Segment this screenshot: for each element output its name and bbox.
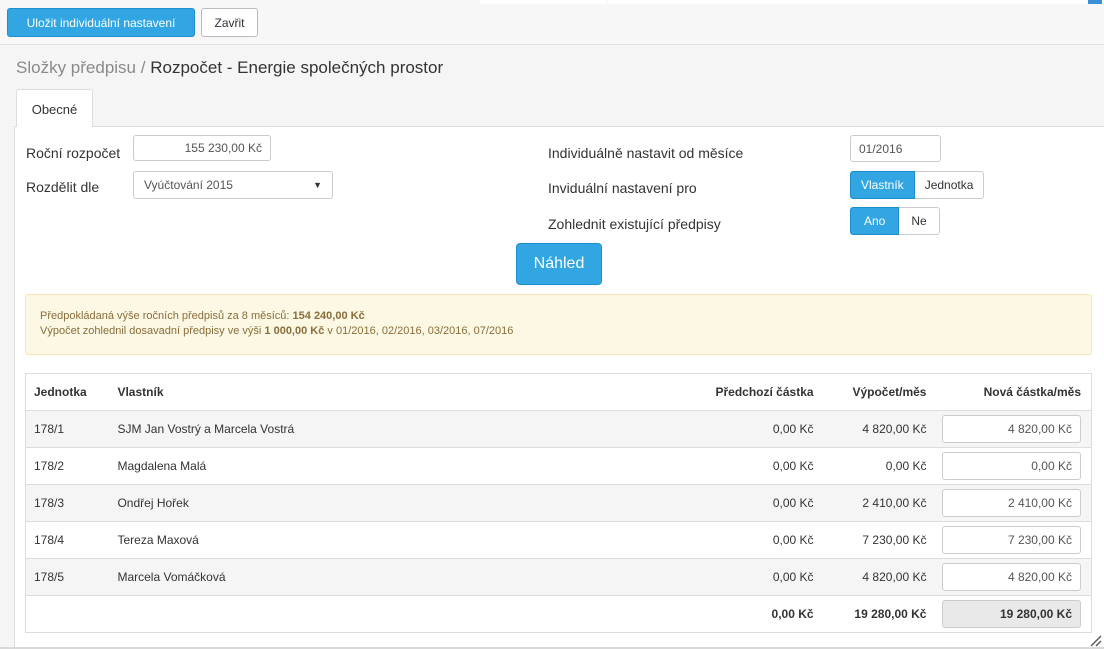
alert-amount: 1 000,00 Kč <box>264 325 325 337</box>
split-by-label: Rozdělit dle <box>26 179 100 195</box>
new-amount-input[interactable]: 4 820,00 Kč <box>942 415 1081 443</box>
save-individual-settings-button[interactable]: Uložit individuální nastavení <box>7 8 195 37</box>
table-row: 178/1 SJM Jan Vostrý a Marcela Vostrá 0,… <box>25 410 1092 448</box>
individual-from-month-input[interactable]: 01/2016 <box>850 135 941 162</box>
consider-existing-label: Zohlednit existující předpisy <box>548 216 721 232</box>
annual-budget-input[interactable]: 155 230,00 Kč <box>133 135 271 161</box>
individual-for-toggle: Vlastník Jednotka <box>850 171 985 199</box>
individual-from-label: Individuálně nastavit od měsíce <box>548 145 744 161</box>
alert-line-1: Předpokládaná výše ročních předpisů za 8… <box>40 309 1091 324</box>
individual-for-unit-option[interactable]: Jednotka <box>914 171 985 199</box>
annual-budget-label: Roční rozpočet <box>26 145 121 161</box>
col-new-header: Nová částka/měs <box>934 373 1092 411</box>
split-by-select[interactable]: Vyúčtování 2015 ▼ <box>133 171 333 199</box>
previous-amount-cell: 0,00 Kč <box>604 447 822 485</box>
individual-for-label: Inviduální nastavení pro <box>548 180 697 196</box>
col-calc-header: Výpočet/měs <box>821 373 935 411</box>
breadcrumb: Složky předpisu / Rozpočet - Energie spo… <box>16 58 443 78</box>
split-by-value: Vyúčtování 2015 <box>144 178 233 192</box>
new-amount-input[interactable]: 2 410,00 Kč <box>942 489 1081 517</box>
table-header-row: Jednotka Vlastník Předchozí částka Výpoč… <box>25 373 1092 411</box>
unit-cell: 178/4 <box>25 521 106 559</box>
unit-cell: 178/1 <box>25 410 106 448</box>
new-amount-input[interactable]: 7 230,00 Kč <box>942 526 1081 554</box>
info-alert: Předpokládaná výše ročních předpisů za 8… <box>25 294 1092 355</box>
previous-amount-cell: 0,00 Kč <box>604 410 822 448</box>
previous-amount-cell: 0,00 Kč <box>604 521 822 559</box>
alert-text: Výpočet zohlednil dosavadní předpisy ve … <box>40 325 265 337</box>
owner-cell: Tereza Maxová <box>105 521 605 559</box>
breadcrumb-current: Rozpočet - Energie společných prostor <box>150 58 444 77</box>
calc-cell: 2 410,00 Kč <box>821 484 935 522</box>
individual-for-owner-option[interactable]: Vlastník <box>850 171 915 199</box>
breadcrumb-separator: / <box>140 58 146 77</box>
consider-existing-toggle: Ano Ne <box>850 207 940 235</box>
previous-amount-cell: 0,00 Kč <box>604 484 822 522</box>
table-total-row: 0,00 Kč 19 280,00 Kč 19 280,00 Kč <box>25 595 1092 633</box>
calc-cell: 4 820,00 Kč <box>821 558 935 596</box>
window-strip <box>608 0 1088 4</box>
new-amount-cell: 7 230,00 Kč <box>934 521 1092 559</box>
owner-cell: Magdalena Malá <box>105 447 605 485</box>
new-amount-cell: 4 820,00 Kč <box>934 410 1092 448</box>
alert-line-2: Výpočet zohlednil dosavadní předpisy ve … <box>40 324 1091 339</box>
col-owner-header: Vlastník <box>105 373 605 411</box>
table-row: 178/2 Magdalena Malá 0,00 Kč 0,00 Kč 0,0… <box>25 447 1092 485</box>
col-unit-header: Jednotka <box>25 373 106 411</box>
calc-cell: 7 230,00 Kč <box>821 521 935 559</box>
owner-cell: Ondřej Hořek <box>105 484 605 522</box>
unit-cell: 178/3 <box>25 484 106 522</box>
calc-cell: 0,00 Kč <box>821 447 935 485</box>
calc-cell: 4 820,00 Kč <box>821 410 935 448</box>
alert-amount: 154 240,00 Kč <box>292 310 365 322</box>
resize-handle-icon[interactable] <box>1088 633 1102 647</box>
new-amount-input[interactable]: 0,00 Kč <box>942 452 1081 480</box>
window-strip <box>480 0 606 4</box>
distribution-table: Jednotka Vlastník Předchozí částka Výpoč… <box>25 373 1092 633</box>
window-corner <box>1088 0 1102 4</box>
preview-button[interactable]: Náhled <box>516 243 602 285</box>
total-empty-cell <box>105 595 605 633</box>
col-previous-header: Předchozí částka <box>604 373 822 411</box>
new-amount-cell: 2 410,00 Kč <box>934 484 1092 522</box>
close-button[interactable]: Zavřit <box>201 8 258 37</box>
table-row: 178/4 Tereza Maxová 0,00 Kč 7 230,00 Kč … <box>25 521 1092 559</box>
breadcrumb-parent-link[interactable]: Složky předpisu <box>16 58 136 77</box>
table-row: 178/3 Ondřej Hořek 0,00 Kč 2 410,00 Kč 2… <box>25 484 1092 522</box>
table-row: 178/5 Marcela Vomáčková 0,00 Kč 4 820,00… <box>25 558 1092 596</box>
unit-cell: 178/2 <box>25 447 106 485</box>
chevron-down-icon: ▼ <box>313 180 322 190</box>
new-amount-cell: 0,00 Kč <box>934 447 1092 485</box>
consider-existing-no-option[interactable]: Ne <box>899 207 940 235</box>
total-new-cell: 19 280,00 Kč <box>934 595 1092 633</box>
tab-general[interactable]: Obecné <box>16 89 93 127</box>
toolbar: Uložit individuální nastavení Zavřit <box>0 0 1104 45</box>
total-new-amount-field: 19 280,00 Kč <box>942 600 1081 628</box>
total-previous-cell: 0,00 Kč <box>604 595 822 633</box>
consider-existing-yes-option[interactable]: Ano <box>850 207 900 235</box>
alert-text: v 01/2016, 02/2016, 03/2016, 07/2016 <box>324 325 514 337</box>
new-amount-cell: 4 820,00 Kč <box>934 558 1092 596</box>
unit-cell: 178/5 <box>25 558 106 596</box>
total-empty-cell <box>25 595 106 633</box>
new-amount-input[interactable]: 4 820,00 Kč <box>942 563 1081 591</box>
alert-text: Předpokládaná výše ročních předpisů za 8… <box>40 310 293 322</box>
owner-cell: Marcela Vomáčková <box>105 558 605 596</box>
total-calc-cell: 19 280,00 Kč <box>821 595 935 633</box>
previous-amount-cell: 0,00 Kč <box>604 558 822 596</box>
owner-cell: SJM Jan Vostrý a Marcela Vostrá <box>105 410 605 448</box>
